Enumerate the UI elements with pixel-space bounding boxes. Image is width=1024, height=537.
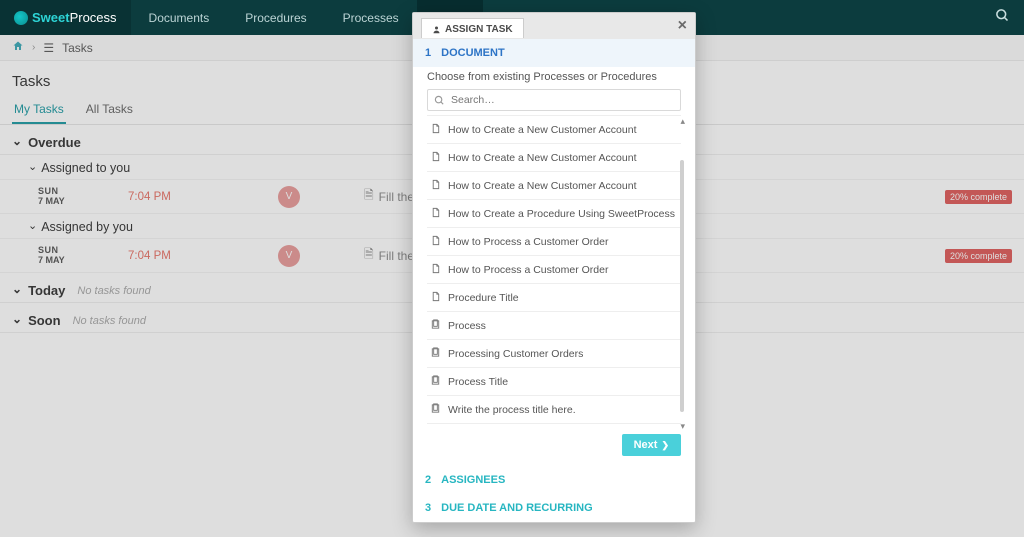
choose-label: Choose from existing Processes or Proced…: [413, 67, 695, 89]
list-item-label: Write the process title here.: [448, 404, 576, 416]
search-icon[interactable]: [981, 8, 1024, 27]
list-item-label: How to Create a New Customer Account: [448, 152, 637, 164]
nav-processes[interactable]: Processes: [325, 0, 417, 35]
process-icon: [429, 375, 441, 389]
modal-header: ASSIGN TASK ×: [413, 13, 695, 39]
document-icon: [429, 179, 441, 193]
scroll-up-icon[interactable]: ▴: [680, 116, 685, 127]
document-icon: [429, 123, 441, 137]
list-item-label: How to Create a New Customer Account: [448, 124, 637, 136]
list-item[interactable]: How to Create a New Customer Account: [427, 144, 681, 172]
list-item-label: How to Process a Customer Order: [448, 264, 608, 276]
document-icon: [429, 291, 441, 305]
list-item-label: Process Title: [448, 376, 508, 388]
document-list: ▴ How to Create a New Customer AccountHo…: [427, 115, 681, 424]
scroll-down-icon[interactable]: ▾: [680, 421, 685, 432]
list-item[interactable]: How to Process a Customer Order: [427, 256, 681, 284]
next-button[interactable]: Next: [622, 434, 681, 456]
list-item[interactable]: Procedure Title: [427, 284, 681, 312]
search-field[interactable]: [451, 94, 674, 106]
close-icon[interactable]: ×: [678, 17, 687, 35]
list-item[interactable]: How to Create a New Customer Account: [427, 172, 681, 200]
chevron-right-icon: [661, 439, 669, 451]
list-item[interactable]: Process: [427, 312, 681, 340]
list-item-label: Procedure Title: [448, 292, 519, 304]
brand-text: SweetProcess: [32, 10, 117, 25]
search-icon: [434, 95, 445, 106]
document-icon: [429, 235, 441, 249]
list-item-label: Processing Customer Orders: [448, 348, 583, 360]
step-document[interactable]: 1DOCUMENT: [413, 39, 695, 67]
document-icon: [429, 207, 441, 221]
process-icon: [429, 319, 441, 333]
list-item-label: How to Process a Customer Order: [448, 236, 608, 248]
list-item[interactable]: Process Title: [427, 368, 681, 396]
list-item[interactable]: Write the process title here.: [427, 396, 681, 424]
person-icon: [432, 25, 441, 34]
list-item[interactable]: How to Process a Customer Order: [427, 228, 681, 256]
process-icon: [429, 347, 441, 361]
list-item[interactable]: How to Create a Procedure Using SweetPro…: [427, 200, 681, 228]
brand-logo[interactable]: SweetProcess: [0, 0, 131, 35]
list-item-label: Process: [448, 320, 486, 332]
nav-documents[interactable]: Documents: [131, 0, 228, 35]
step-assignees[interactable]: 2ASSIGNEES: [413, 466, 695, 494]
assign-task-modal: ASSIGN TASK × 1DOCUMENT Choose from exis…: [412, 12, 696, 523]
list-item-label: How to Create a Procedure Using SweetPro…: [448, 208, 675, 220]
modal-tab-assign-task[interactable]: ASSIGN TASK: [421, 18, 524, 38]
process-icon: [429, 403, 441, 417]
list-item[interactable]: How to Create a New Customer Account: [427, 116, 681, 144]
nav-procedures[interactable]: Procedures: [227, 0, 324, 35]
scrollbar[interactable]: [680, 160, 684, 412]
document-icon: [429, 151, 441, 165]
list-item[interactable]: Processing Customer Orders: [427, 340, 681, 368]
search-input[interactable]: [427, 89, 681, 111]
swirl-icon: [14, 11, 28, 25]
list-item-label: How to Create a New Customer Account: [448, 180, 637, 192]
step-due-date[interactable]: 3DUE DATE AND RECURRING: [413, 494, 695, 522]
document-icon: [429, 263, 441, 277]
